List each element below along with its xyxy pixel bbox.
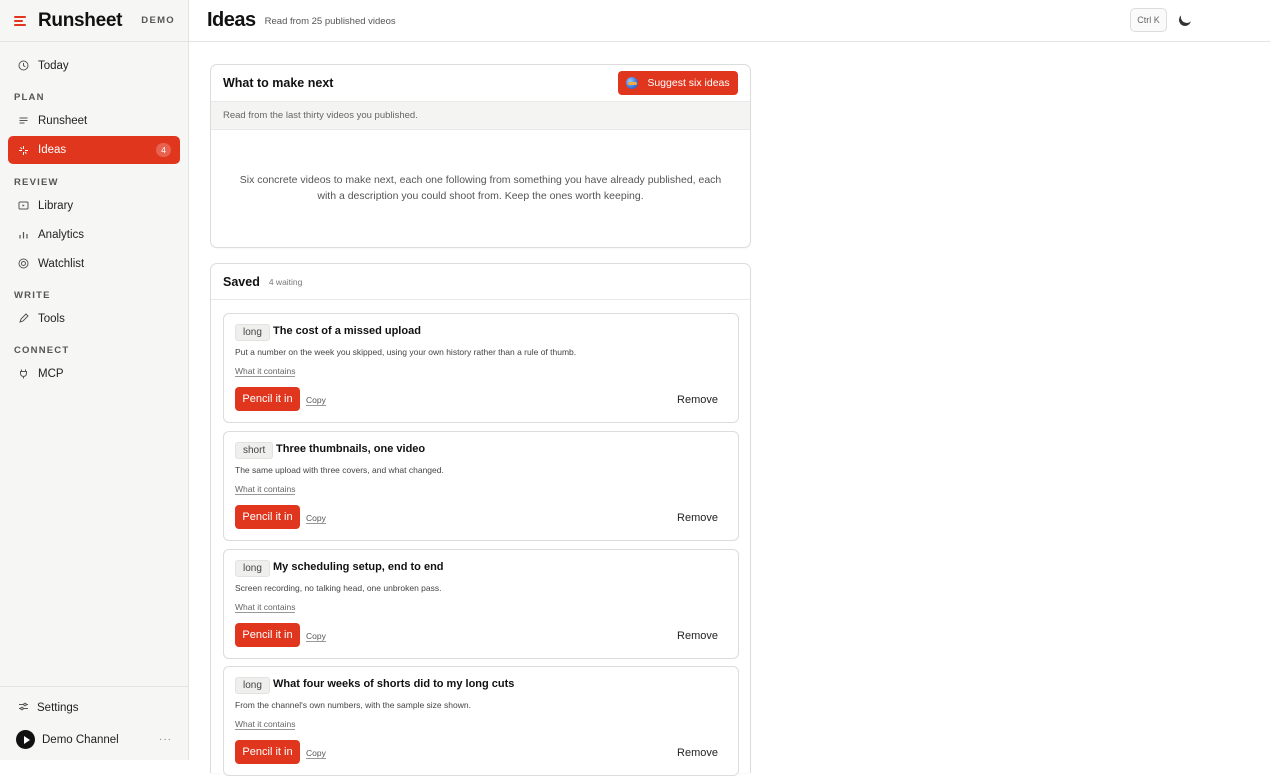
saved-ideas-card: Saved 4 waiting long The cost of a misse… — [210, 263, 751, 776]
sidebar-item-watchlist[interactable]: Watchlist — [8, 250, 180, 277]
globe-icon — [626, 77, 639, 89]
sidebar-item-library[interactable]: Library — [8, 192, 180, 219]
suggest-ideas-button[interactable]: Suggest six ideas — [618, 71, 738, 95]
page-subtitle: Read from 25 published videos — [264, 16, 396, 27]
remove-button[interactable]: Remove — [677, 394, 718, 406]
pencil-it-in-button[interactable]: Pencil it in — [235, 387, 300, 411]
idea-title: Three thumbnails, one video — [276, 443, 426, 455]
sidebar-nav: Today PLAN Runsheet Ideas 4 REVIEW Libra… — [0, 42, 188, 387]
idea-card: long My scheduling setup, end to end Scr… — [223, 549, 739, 659]
remove-button[interactable]: Remove — [677, 630, 718, 642]
sidebar-item-ideas[interactable]: Ideas 4 — [8, 136, 180, 164]
idea-description: Put a number on the week you skipped, us… — [235, 347, 577, 357]
moon-icon[interactable] — [1177, 12, 1193, 28]
sidebar-item-today[interactable]: Today — [8, 52, 180, 79]
pencil-it-in-button[interactable]: Pencil it in — [235, 505, 300, 529]
sliders-icon — [18, 701, 29, 715]
idea-card: long The cost of a missed upload Put a n… — [223, 313, 739, 423]
next-ideas-heading: What to make next — [223, 76, 334, 90]
copy-link[interactable]: Copy — [306, 395, 326, 406]
copy-link[interactable]: Copy — [306, 513, 326, 524]
suggest-ideas-label: Suggest six ideas — [647, 77, 730, 89]
copy-link[interactable]: Copy — [306, 631, 326, 642]
next-ideas-subheading: Read from the last thirty videos you pub… — [211, 102, 750, 130]
channel-name: Demo Channel — [42, 733, 119, 746]
sidebar-item-label: Runsheet — [38, 114, 88, 127]
sidebar-item-label: Today — [38, 59, 69, 72]
brand-bar: Runsheet DEMO — [0, 0, 188, 42]
sidebar-item-settings[interactable]: Settings — [18, 701, 79, 715]
sidebar-item-runsheet[interactable]: Runsheet — [8, 107, 180, 134]
section-label-plan: PLAN — [14, 92, 45, 103]
target-icon — [18, 258, 29, 269]
sidebar-item-label: Watchlist — [38, 257, 85, 270]
idea-title: The cost of a missed upload — [273, 325, 421, 337]
sidebar-item-label: Analytics — [38, 228, 85, 241]
section-label-connect: CONNECT — [14, 345, 70, 356]
saved-waiting-count: 4 waiting — [268, 276, 303, 287]
settings-label: Settings — [37, 702, 79, 714]
ideas-count-badge: 4 — [156, 143, 171, 157]
sparkle-icon — [18, 145, 29, 156]
next-ideas-description: Six concrete videos to make next, each o… — [239, 174, 722, 202]
format-tag: short — [235, 442, 274, 459]
what-it-contains-link[interactable]: What it contains — [235, 719, 296, 730]
idea-description: Screen recording, no talking head, one u… — [235, 583, 442, 593]
sidebar-item-label: Tools — [38, 312, 65, 325]
bar-chart-icon — [18, 229, 29, 240]
idea-description: From the channel's own numbers, with the… — [235, 700, 471, 710]
command-palette-shortcut[interactable]: Ctrl K — [1130, 8, 1167, 32]
plug-icon — [18, 368, 29, 379]
idea-title: My scheduling setup, end to end — [273, 561, 444, 573]
library-icon — [18, 200, 29, 211]
sidebar-item-analytics[interactable]: Analytics — [8, 221, 180, 248]
idea-card: short Three thumbnails, one video The sa… — [223, 431, 739, 541]
what-it-contains-link[interactable]: What it contains — [235, 602, 296, 613]
environment-badge: DEMO — [141, 15, 175, 26]
pencil-it-in-button[interactable]: Pencil it in — [235, 623, 300, 647]
saved-header: Saved 4 waiting — [211, 264, 750, 300]
page-title: Ideas — [207, 9, 256, 31]
pencil-it-in-button[interactable]: Pencil it in — [235, 740, 300, 764]
page-header: Ideas Read from 25 published videos Ctrl… — [189, 0, 1270, 42]
format-tag: long — [235, 677, 270, 694]
lines-icon — [18, 115, 29, 126]
sidebar-item-label: Ideas — [38, 144, 67, 156]
channel-avatar — [16, 730, 35, 749]
sidebar-item-label: MCP — [38, 367, 64, 380]
format-tag: long — [235, 560, 270, 577]
menu-icon[interactable] — [14, 15, 26, 26]
what-it-contains-link[interactable]: What it contains — [235, 366, 296, 377]
sidebar-item-mcp[interactable]: MCP — [8, 360, 180, 387]
section-label-write: WRITE — [14, 290, 51, 301]
sidebar: Runsheet DEMO Today PLAN Runsheet Ideas … — [0, 0, 189, 760]
saved-heading: Saved — [223, 274, 260, 289]
what-it-contains-link[interactable]: What it contains — [235, 484, 296, 495]
next-ideas-header: What to make next Suggest six ideas — [211, 65, 750, 102]
sidebar-footer: Settings Demo Channel ··· — [0, 686, 188, 760]
remove-button[interactable]: Remove — [677, 512, 718, 524]
sidebar-item-label: Library — [38, 199, 74, 212]
section-label-review: REVIEW — [14, 177, 59, 188]
copy-link[interactable]: Copy — [306, 748, 326, 759]
next-ideas-card: What to make next Suggest six ideas Read… — [210, 64, 751, 248]
channel-switcher[interactable]: Demo Channel ··· — [16, 730, 172, 749]
idea-description: The same upload with three covers, and w… — [235, 465, 444, 475]
format-tag: long — [235, 324, 270, 341]
more-icon[interactable]: ··· — [159, 734, 172, 745]
idea-title: What four weeks of shorts did to my long… — [273, 678, 515, 690]
clock-icon — [18, 60, 29, 71]
remove-button[interactable]: Remove — [677, 747, 718, 759]
sidebar-item-tools[interactable]: Tools — [8, 305, 180, 332]
app-logo[interactable]: Runsheet — [38, 10, 122, 32]
pencil-icon — [18, 313, 29, 324]
